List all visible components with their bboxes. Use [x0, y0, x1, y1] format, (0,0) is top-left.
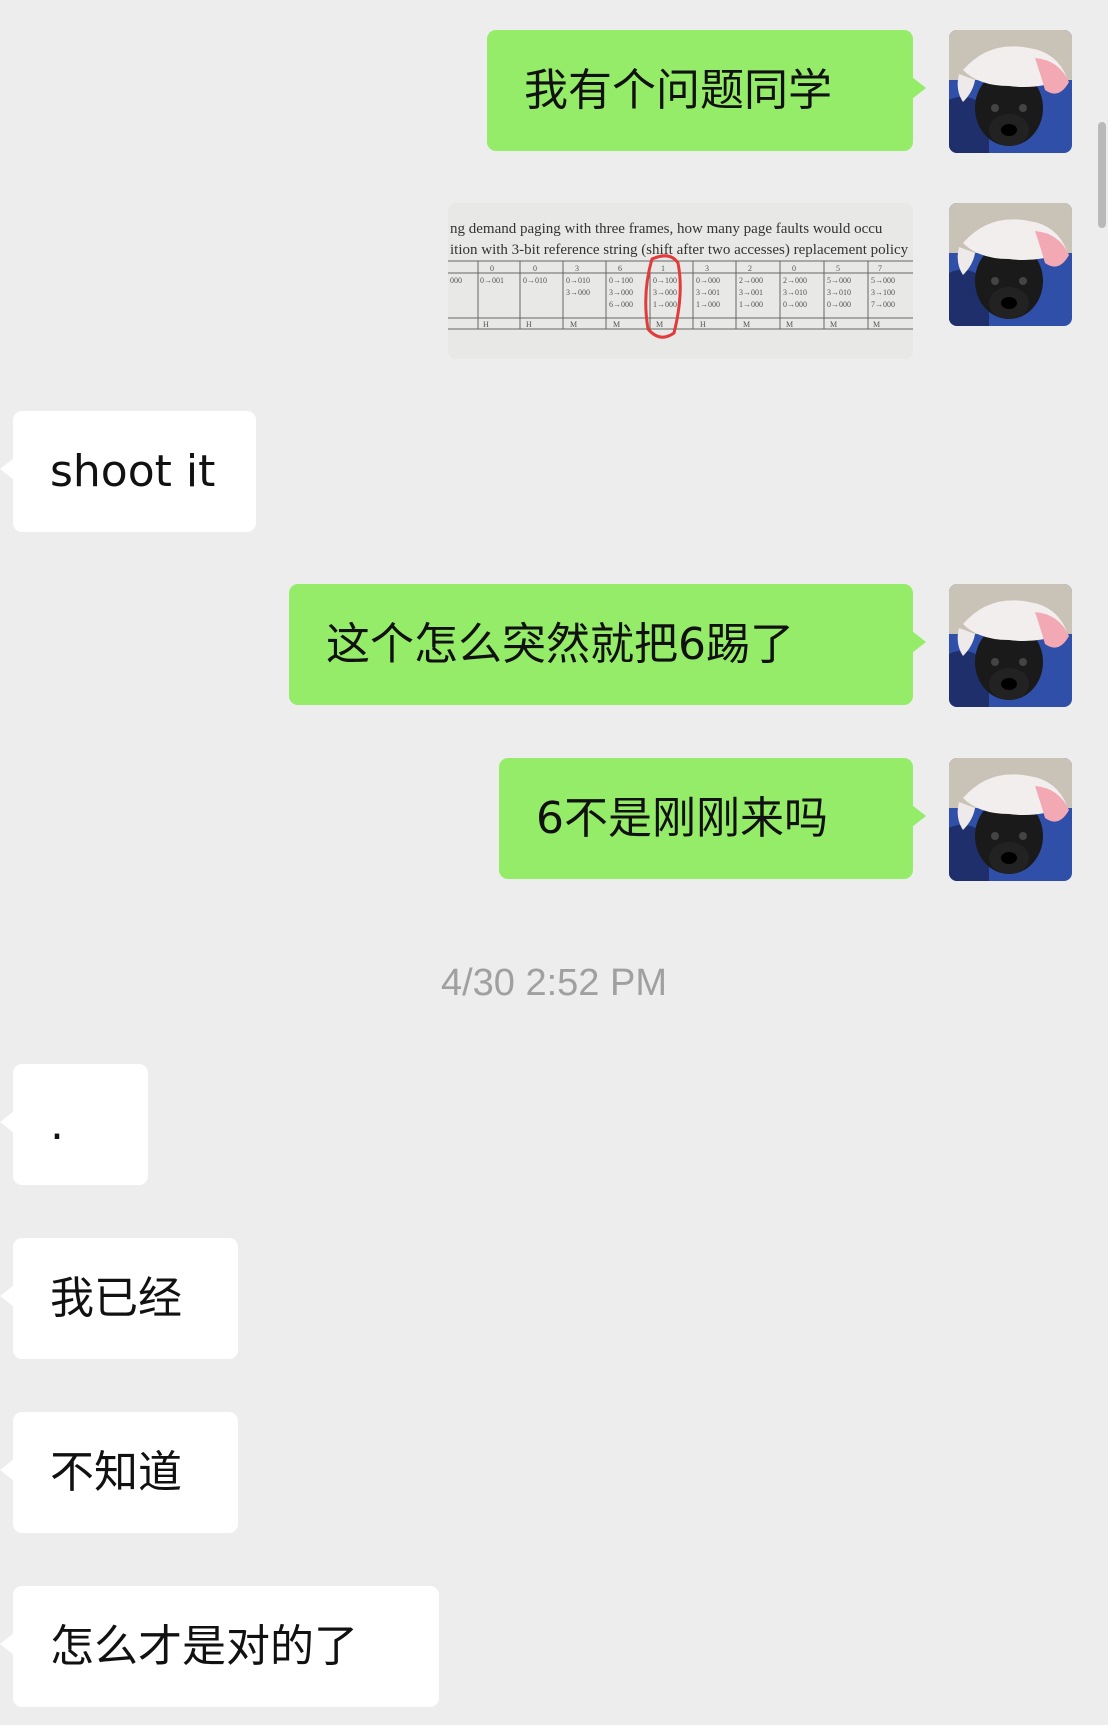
svg-text:1→000: 1→000 [739, 300, 763, 309]
svg-text:3→000: 3→000 [609, 288, 633, 297]
incoming-message-bubble[interactable]: 我已经 [0, 1238, 238, 1359]
svg-text:3→010: 3→010 [783, 288, 807, 297]
dog-avatar-icon[interactable] [949, 30, 1072, 153]
svg-text:0→100: 0→100 [609, 276, 633, 285]
incoming-message-bubble[interactable]: 不知道 [0, 1412, 238, 1533]
svg-text:0→001: 0→001 [480, 276, 504, 285]
svg-text:000: 000 [450, 276, 462, 285]
message-text: 不知道 [50, 1446, 182, 1498]
message-text: 我有个问题同学 [524, 64, 832, 116]
svg-text:6→000: 6→000 [609, 300, 633, 309]
svg-text:0→000: 0→000 [696, 276, 720, 285]
svg-text:1→000: 1→000 [696, 300, 720, 309]
outgoing-message-bubble[interactable]: 6不是刚刚来吗 [499, 758, 926, 879]
chat-window: 我有个问题同学 ng demand paging with three fram… [0, 0, 1108, 1725]
svg-text:M: M [570, 320, 577, 329]
svg-text:H: H [483, 320, 489, 329]
incoming-message-bubble[interactable]: 怎么才是对的了 [0, 1586, 439, 1707]
svg-text:1→000: 1→000 [653, 300, 677, 309]
svg-text:2: 2 [748, 264, 752, 273]
photo-caption-line2: ition with 3-bit reference string (shift… [450, 242, 909, 258]
outgoing-message-bubble[interactable]: 这个怎么突然就把6踢了 [289, 584, 926, 705]
svg-text:3→001: 3→001 [696, 288, 720, 297]
svg-text:1: 1 [661, 264, 665, 273]
svg-text:3→000: 3→000 [653, 288, 677, 297]
svg-text:M: M [743, 320, 750, 329]
svg-text:2→000: 2→000 [739, 276, 763, 285]
svg-text:3→100: 3→100 [871, 288, 895, 297]
svg-text:2→000: 2→000 [783, 276, 807, 285]
svg-text:M: M [873, 320, 880, 329]
svg-text:5→000: 5→000 [871, 276, 895, 285]
svg-text:M: M [786, 320, 793, 329]
dog-avatar-icon[interactable] [949, 584, 1072, 707]
svg-text:M: M [656, 320, 663, 329]
svg-text:H: H [700, 320, 706, 329]
incoming-message-bubble[interactable]: . [0, 1064, 148, 1185]
svg-text:H: H [526, 320, 532, 329]
svg-text:3→000: 3→000 [566, 288, 590, 297]
svg-text:0: 0 [533, 264, 537, 273]
message-text: 我已经 [50, 1272, 182, 1324]
scrollbar[interactable] [1098, 122, 1106, 228]
svg-text:7: 7 [878, 264, 882, 273]
svg-text:0: 0 [490, 264, 494, 273]
svg-text:M: M [830, 320, 837, 329]
svg-text:0→000: 0→000 [827, 300, 851, 309]
svg-text:3: 3 [705, 264, 709, 273]
svg-text:3→001: 3→001 [739, 288, 763, 297]
message-text: 怎么才是对的了 [50, 1620, 358, 1672]
svg-text:0→010: 0→010 [566, 276, 590, 285]
svg-text:0: 0 [792, 264, 796, 273]
incoming-message-bubble[interactable]: shoot it [0, 411, 256, 532]
svg-text:0→000: 0→000 [783, 300, 807, 309]
svg-text:6: 6 [618, 264, 622, 273]
svg-text:5: 5 [836, 264, 840, 273]
svg-text:5→000: 5→000 [827, 276, 851, 285]
svg-text:7→000: 7→000 [871, 300, 895, 309]
message-text: shoot it [50, 445, 216, 497]
svg-text:0→010: 0→010 [523, 276, 547, 285]
message-text: 这个怎么突然就把6踢了 [326, 618, 794, 670]
message-text: . [50, 1098, 64, 1150]
message-timestamp: 4/30 2:52 PM [440, 962, 668, 1004]
message-text: 6不是刚刚来吗 [536, 792, 828, 844]
dog-avatar-icon[interactable] [949, 758, 1072, 881]
photo-caption-line1: ng demand paging with three frames, how … [450, 221, 883, 237]
svg-text:3→010: 3→010 [827, 288, 851, 297]
dog-avatar-icon[interactable] [949, 203, 1072, 326]
svg-text:0→100: 0→100 [653, 276, 677, 285]
outgoing-message-bubble[interactable]: 我有个问题同学 [487, 30, 926, 151]
paging-table-photo[interactable]: ng demand paging with three frames, how … [448, 203, 913, 359]
svg-text:3: 3 [575, 264, 579, 273]
svg-text:M: M [613, 320, 620, 329]
